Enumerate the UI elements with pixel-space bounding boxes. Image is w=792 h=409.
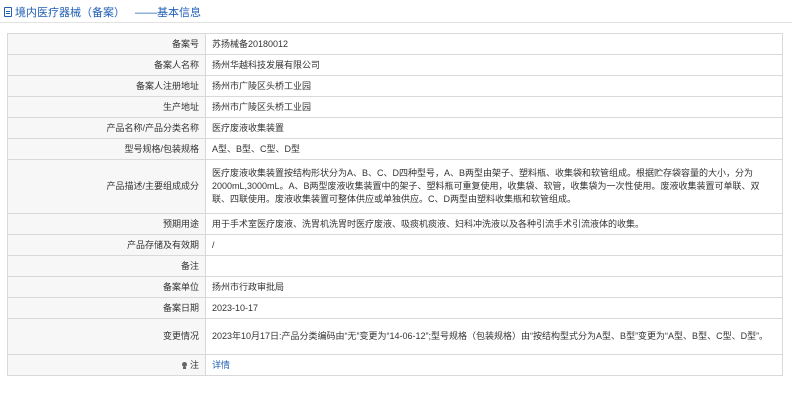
table-row: 备案日期 2023-10-17 (7, 297, 783, 319)
table-row: 产品存储及有效期 / (7, 234, 783, 256)
page-title: 境内医疗器械（备案） (15, 7, 125, 19)
table-row: 备案单位 扬州市行政审批局 (7, 276, 783, 298)
row-label: 生产地址 (7, 96, 206, 118)
row-value (205, 255, 783, 277)
header-divider (0, 22, 792, 23)
row-label: 产品描述/主要组成成分 (7, 159, 206, 214)
row-label: 备注 (7, 255, 206, 277)
row-value: 扬州市广陵区头桥工业园 (205, 75, 783, 97)
table-row: 预期用途 用于手术室医疗废液、洗胃机洗胃时医疗废液、吸痰机痰液、妇科冲洗液以及各… (7, 213, 783, 235)
row-value: 扬州市行政审批局 (205, 276, 783, 298)
table-row: 备案号 苏扬械备20180012 (7, 33, 783, 55)
row-label: 备案号 (7, 33, 206, 55)
page-subtitle: ——基本信息 (135, 7, 201, 19)
row-label: 产品存储及有效期 (7, 234, 206, 256)
row-label: 备案人注册地址 (7, 75, 206, 97)
lightbulb-icon (181, 361, 187, 369)
info-table: 备案号 苏扬械备20180012 备案人名称 扬州华越科技发展有限公司 备案人注… (7, 33, 783, 376)
table-row: 型号规格/包装规格 A型、B型、C型、D型 (7, 138, 783, 160)
row-value: 苏扬械备20180012 (205, 33, 783, 55)
table-row: 备案人注册地址 扬州市广陵区头桥工业园 (7, 75, 783, 97)
row-label: 备案人名称 (7, 54, 206, 76)
row-label: 产品名称/产品分类名称 (7, 117, 206, 139)
note-label: 注 (189, 359, 199, 370)
row-value: 医疗废液收集装置 (205, 117, 783, 139)
page-header: 境内医疗器械（备案） ——基本信息 (4, 3, 201, 21)
document-icon (4, 7, 12, 17)
row-label: 备案单位 (7, 276, 206, 298)
row-label: 备案日期 (7, 297, 206, 319)
table-row: 产品描述/主要组成成分 医疗废液收集装置按结构形状分为A、B、C、D四种型号，A… (7, 159, 783, 214)
row-value: / (205, 234, 783, 256)
table-row: 备注 (7, 255, 783, 277)
details-link[interactable]: 详情 (212, 360, 230, 370)
row-value: 用于手术室医疗废液、洗胃机洗胃时医疗废液、吸痰机痰液、妇科冲洗液以及各种引流手术… (205, 213, 783, 235)
row-value: 2023-10-17 (205, 297, 783, 319)
row-label: 型号规格/包装规格 (7, 138, 206, 160)
table-row: 产品名称/产品分类名称 医疗废液收集装置 (7, 117, 783, 139)
row-label: 预期用途 (7, 213, 206, 235)
row-label: 变更情况 (7, 318, 206, 355)
row-value: 扬州市广陵区头桥工业园 (205, 96, 783, 118)
table-row: 变更情况 2023年10月17日:产品分类编码由“无”变更为“14-06-12”… (7, 318, 783, 355)
row-value: 2023年10月17日:产品分类编码由“无”变更为“14-06-12”;型号规格… (205, 318, 783, 355)
note-value-cell: 详情 (205, 354, 783, 376)
table-row: 备案人名称 扬州华越科技发展有限公司 (7, 54, 783, 76)
row-value: A型、B型、C型、D型 (205, 138, 783, 160)
row-value: 医疗废液收集装置按结构形状分为A、B、C、D四种型号，A、B两型由架子、塑料瓶、… (205, 159, 783, 214)
table-row-note: 注 详情 (7, 354, 783, 376)
table-row: 生产地址 扬州市广陵区头桥工业园 (7, 96, 783, 118)
note-label-cell: 注 (7, 354, 206, 376)
row-value: 扬州华越科技发展有限公司 (205, 54, 783, 76)
